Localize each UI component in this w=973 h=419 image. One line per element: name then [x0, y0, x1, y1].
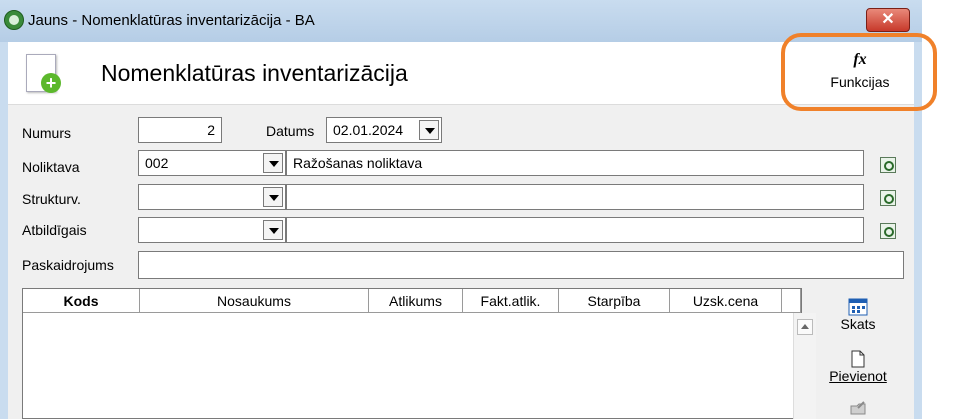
strukturv-dropdown-icon[interactable]: [263, 187, 283, 207]
numurs-label: Numurs: [22, 125, 72, 141]
noliktava-code-input[interactable]: 002: [138, 150, 286, 176]
datums-value: 02.01.2024: [333, 122, 404, 138]
edit-folder-icon: [850, 401, 866, 415]
pievienot-button[interactable]: Pievienot: [816, 350, 900, 384]
column-header-fakt-atlik[interactable]: Fakt.atlik.: [463, 289, 559, 313]
column-header-uzsk-cena[interactable]: Uzsk.cena: [670, 289, 782, 313]
datums-input[interactable]: 02.01.2024: [326, 117, 442, 143]
noliktava-name-input[interactable]: Ražošanas noliktava: [286, 150, 864, 176]
column-header-blank: [782, 289, 801, 313]
pievienot-label: Pievienot: [829, 368, 887, 384]
noliktava-code: 002: [145, 155, 169, 171]
skats-button[interactable]: Skats: [816, 298, 900, 332]
numurs-input[interactable]: 2: [138, 117, 222, 143]
plus-icon: +: [41, 73, 61, 93]
strukturv-name-input[interactable]: [286, 184, 864, 210]
column-header-kods[interactable]: Kods: [23, 289, 140, 313]
atbildigais-name-input[interactable]: [286, 217, 864, 243]
atbildigais-dropdown-icon[interactable]: [263, 220, 283, 240]
strukturv-code-input[interactable]: [138, 184, 286, 210]
atbildigais-lookup-icon[interactable]: [880, 223, 896, 239]
atbildigais-code-input[interactable]: [138, 217, 286, 243]
strukturv-lookup-icon[interactable]: [880, 190, 896, 206]
window-title: Jauns - Nomenklatūras inventarizācija - …: [28, 12, 315, 29]
new-document-icon: +: [26, 54, 61, 93]
column-header-nosaukums[interactable]: Nosaukums: [140, 289, 369, 313]
page-title: Nomenklatūras inventarizācija: [101, 60, 408, 86]
noliktava-label: Noliktava: [22, 159, 80, 175]
dialog-header: + Nomenklatūras inventarizācija fx Funkc…: [8, 42, 914, 105]
datums-dropdown-icon[interactable]: [419, 120, 439, 140]
column-header-starpiba[interactable]: Starpība: [559, 289, 670, 313]
calendar-icon: [848, 298, 868, 316]
noliktava-dropdown-icon[interactable]: [263, 153, 283, 173]
dialog-content: + Nomenklatūras inventarizācija fx Funkc…: [8, 42, 914, 419]
title-bar: Jauns - Nomenklatūras inventarizācija - …: [0, 0, 922, 42]
app-icon: [4, 10, 24, 30]
edit-button[interactable]: [816, 400, 900, 416]
paskaidrojums-input[interactable]: [138, 251, 904, 279]
paskaidrojums-label: Paskaidrojums: [22, 257, 114, 273]
strukturv-label: Strukturv.: [22, 191, 81, 207]
column-header-atlikums[interactable]: Atlikums: [369, 289, 463, 313]
close-button[interactable]: ✕: [866, 8, 910, 32]
functions-highlight-annotation: [781, 33, 937, 111]
skats-label: Skats: [840, 316, 876, 332]
datums-label: Datums: [266, 123, 315, 139]
scroll-up-icon[interactable]: [797, 319, 813, 335]
atbildigais-label: Atbildīgais: [22, 222, 87, 238]
items-table[interactable]: Kods Nosaukums Atlikums Fakt.atlik. Star…: [22, 288, 816, 419]
noliktava-lookup-icon[interactable]: [880, 157, 896, 173]
window-frame-left: [0, 42, 8, 419]
vertical-scrollbar[interactable]: [793, 313, 816, 419]
new-page-icon: [851, 350, 865, 368]
